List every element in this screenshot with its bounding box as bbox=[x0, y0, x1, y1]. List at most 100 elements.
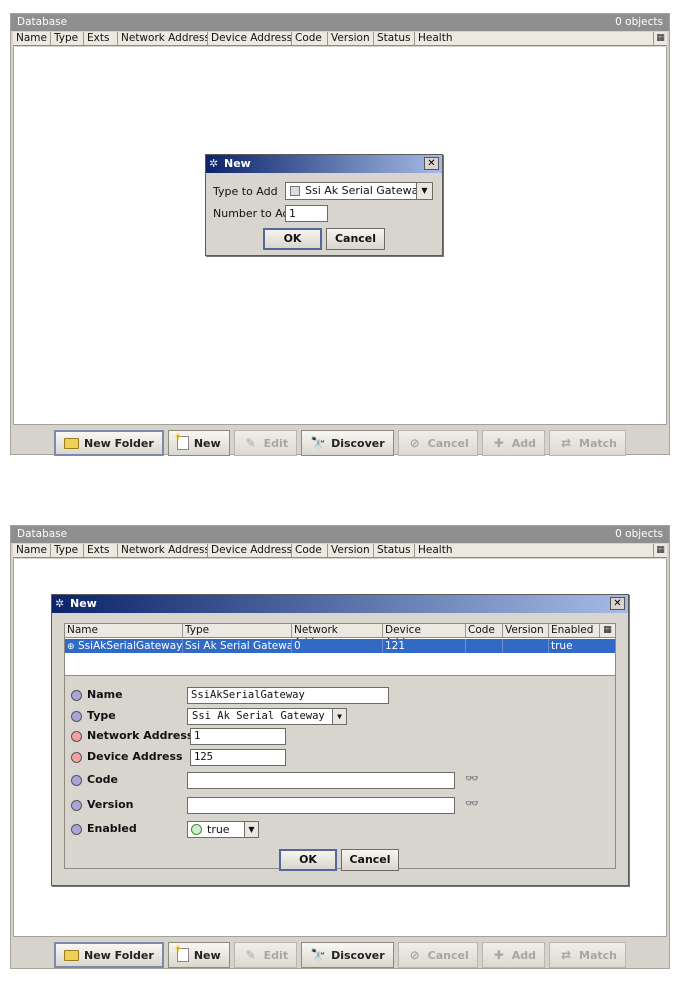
discover-button[interactable]: 🔭 Discover bbox=[301, 942, 394, 968]
add-icon: ✚ bbox=[493, 948, 504, 962]
column-chooser-icon[interactable]: ▦ bbox=[653, 544, 667, 557]
column-version[interactable]: Version bbox=[328, 32, 374, 45]
cell-type: Ssi Ak Serial Gateway bbox=[185, 639, 292, 653]
column-exts[interactable]: Exts bbox=[84, 32, 118, 45]
match-button[interactable]: ⇄ Match bbox=[549, 942, 626, 968]
column-device-address[interactable]: Device Address bbox=[208, 544, 292, 557]
add-button[interactable]: ✚ Add bbox=[481, 430, 546, 456]
close-icon[interactable]: ✕ bbox=[610, 597, 625, 610]
dialog-cancel-button[interactable]: Cancel bbox=[326, 228, 385, 250]
optional-indicator-icon bbox=[71, 800, 82, 811]
column-device-address[interactable]: Device Address bbox=[208, 32, 292, 45]
column-type[interactable]: Type bbox=[51, 544, 84, 557]
gateway-icon: ⊕ bbox=[67, 642, 75, 652]
discover-code-icon[interactable]: 👓 bbox=[465, 772, 479, 786]
column-version[interactable]: Version bbox=[328, 544, 374, 557]
required-indicator-icon bbox=[71, 752, 82, 763]
column-enabled[interactable]: Enabled bbox=[549, 624, 600, 637]
match-icon: ⇄ bbox=[560, 948, 572, 962]
chevron-down-icon[interactable]: ▼ bbox=[332, 709, 346, 724]
column-exts[interactable]: Exts bbox=[84, 544, 118, 557]
column-name[interactable]: Name bbox=[13, 544, 51, 557]
new-document-icon bbox=[174, 943, 189, 962]
type-to-add-select[interactable]: Ssi Ak Serial Gateway ▼ bbox=[285, 182, 433, 200]
chevron-down-icon[interactable]: ▼ bbox=[244, 822, 258, 837]
network-address-input[interactable]: 1 bbox=[190, 728, 286, 745]
new-items-table[interactable]: Name Type Network Address Device Address… bbox=[65, 624, 615, 676]
chevron-down-icon[interactable]: ▼ bbox=[416, 183, 432, 199]
table-header: Name Type Network Address Device Address… bbox=[65, 624, 615, 649]
column-device-address[interactable]: Device Address bbox=[383, 624, 466, 649]
column-header: Name Type Exts Network Address Device Ad… bbox=[13, 544, 667, 558]
discover-version-icon[interactable]: 👓 bbox=[465, 797, 479, 811]
column-chooser-icon[interactable]: ▦ bbox=[600, 624, 615, 637]
database-panel-bottom: Database 0 objects Name Type Exts Networ… bbox=[10, 525, 670, 969]
column-network-address[interactable]: Network Address bbox=[292, 624, 383, 649]
number-to-add-label: Number to Add bbox=[213, 207, 297, 220]
enabled-select[interactable]: true ▼ bbox=[187, 821, 259, 838]
cell-version bbox=[503, 639, 549, 653]
column-type[interactable]: Type bbox=[51, 32, 84, 45]
column-health[interactable]: Health bbox=[415, 544, 475, 557]
column-network-address[interactable]: Network Address bbox=[118, 544, 208, 557]
edit-button[interactable]: ✎ Edit bbox=[233, 942, 298, 968]
required-indicator-icon bbox=[71, 731, 82, 742]
cell-name: ⊕ SsiAkSerialGateway bbox=[65, 639, 183, 653]
edit-label: Edit bbox=[263, 436, 289, 450]
new-folder-button[interactable]: New Folder bbox=[53, 942, 164, 968]
column-name[interactable]: Name bbox=[13, 32, 51, 45]
app-icon: ✲ bbox=[209, 157, 219, 170]
table-row[interactable]: ⊕ SsiAkSerialGateway Ssi Ak Serial Gatewa… bbox=[65, 639, 615, 653]
column-health[interactable]: Health bbox=[415, 32, 475, 45]
object-count: 0 objects bbox=[615, 528, 663, 540]
type-select[interactable]: Ssi Ak Serial Gateway ▼ bbox=[187, 708, 347, 725]
optional-indicator-icon bbox=[71, 711, 82, 722]
cell-code bbox=[466, 639, 503, 653]
new-dialog-small: ✲ New ✕ Type to Add Ssi Ak Serial Gatewa… bbox=[205, 154, 443, 256]
cell-network-address: 0 bbox=[292, 639, 383, 653]
device-address-label: Device Address bbox=[87, 750, 183, 763]
column-network-address[interactable]: Network Address bbox=[118, 32, 208, 45]
database-title-bar: Database 0 objects bbox=[11, 526, 669, 543]
binoculars-icon: 🔭 bbox=[310, 436, 326, 450]
new-button[interactable]: New bbox=[167, 430, 230, 456]
version-label: Version bbox=[87, 798, 134, 811]
name-input[interactable]: SsiAkSerialGateway bbox=[187, 687, 389, 704]
optional-indicator-icon bbox=[71, 824, 82, 835]
column-header: Name Type Exts Network Address Device Ad… bbox=[13, 32, 667, 46]
column-code[interactable]: Code bbox=[292, 32, 328, 45]
network-address-label: Network Address bbox=[87, 729, 194, 742]
discover-label: Discover bbox=[331, 948, 385, 962]
column-code[interactable]: Code bbox=[466, 624, 503, 637]
column-type[interactable]: Type bbox=[183, 624, 292, 637]
dialog-title-bar: ✲ New ✕ bbox=[52, 595, 628, 613]
column-chooser-icon[interactable]: ▦ bbox=[653, 32, 667, 45]
column-status[interactable]: Status bbox=[374, 544, 415, 557]
new-folder-button[interactable]: New Folder bbox=[53, 430, 164, 456]
discover-button[interactable]: 🔭 Discover bbox=[301, 430, 394, 456]
edit-button[interactable]: ✎ Edit bbox=[233, 430, 298, 456]
button-bar-bottom: New Folder New ✎ Edit 🔭 Discover ⊘ Cancel ✚… bbox=[11, 942, 669, 968]
add-button[interactable]: ✚ Add bbox=[481, 942, 546, 968]
enabled-value: true bbox=[207, 823, 230, 836]
code-input[interactable] bbox=[187, 772, 455, 789]
ok-button[interactable]: OK bbox=[279, 849, 337, 871]
column-code[interactable]: Code bbox=[292, 544, 328, 557]
app-icon: ✲ bbox=[55, 597, 65, 610]
ok-button[interactable]: OK bbox=[263, 228, 322, 250]
edit-icon: ✎ bbox=[245, 948, 256, 962]
match-button[interactable]: ⇄ Match bbox=[549, 430, 626, 456]
version-input[interactable] bbox=[187, 797, 455, 814]
cancel-button[interactable]: ⊘ Cancel bbox=[397, 942, 478, 968]
new-button[interactable]: New bbox=[167, 942, 230, 968]
column-status[interactable]: Status bbox=[374, 32, 415, 45]
column-name[interactable]: Name bbox=[65, 624, 183, 637]
dialog-cancel-button[interactable]: Cancel bbox=[341, 849, 399, 871]
column-version[interactable]: Version bbox=[503, 624, 549, 637]
cell-name-text: SsiAkSerialGateway bbox=[78, 640, 183, 652]
cancel-button[interactable]: ⊘ Cancel bbox=[397, 430, 478, 456]
type-to-add-label: Type to Add bbox=[213, 185, 278, 198]
number-to-add-input[interactable]: 1 bbox=[285, 205, 328, 222]
device-address-input[interactable]: 125 bbox=[190, 749, 286, 766]
close-icon[interactable]: ✕ bbox=[424, 157, 439, 170]
